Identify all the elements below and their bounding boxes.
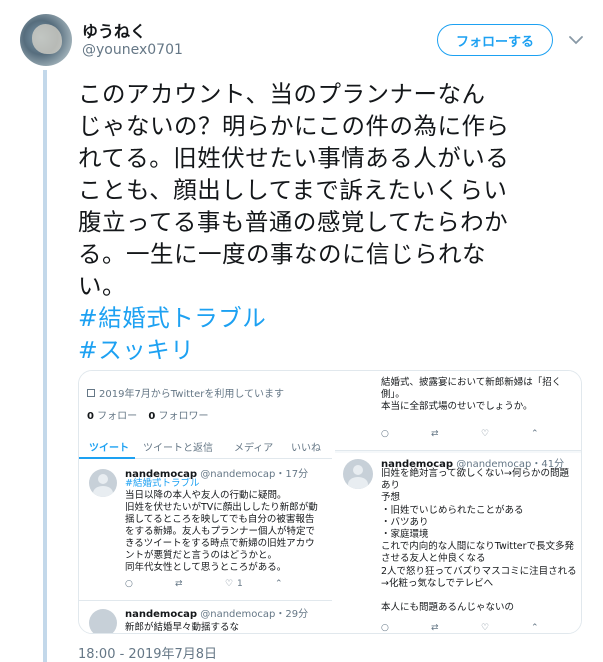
tweet-line: い。 bbox=[78, 272, 126, 300]
embedded-body: 旧姓を絶対言って欲しくない→何らかの問題 あり 予想 ・旧姓でいじめられたことが… bbox=[381, 468, 581, 614]
tweet-timestamp[interactable]: 18:00 - 2019年7月8日 bbox=[78, 643, 217, 662]
thread-line bbox=[43, 70, 47, 662]
avatar-image bbox=[32, 24, 62, 54]
like-icon[interactable]: ♡ bbox=[481, 623, 489, 633]
tab-tweets-replies[interactable]: ツイートと返信 bbox=[143, 439, 213, 454]
embedded-line: →化粧っ気なしでテレビへ bbox=[381, 577, 494, 589]
embedded-tweet[interactable]: nandemocap @nandemocap・17分 #結婚式トラブル 当日以降… bbox=[79, 461, 332, 601]
media-image-left[interactable]: 2019年7月からTwitterを利用しています 0 フォロー 0 フォロワー … bbox=[79, 371, 332, 633]
embedded-hashtag[interactable]: #結婚式トラブル bbox=[125, 478, 330, 490]
like-count: 1 bbox=[237, 579, 243, 589]
follow-counts: 0 フォロー 0 フォロワー bbox=[87, 407, 209, 422]
embedded-line: これで内向的な人間になりTwitterで長文多発 bbox=[381, 541, 575, 553]
share-icon[interactable]: ⌃ bbox=[531, 429, 539, 439]
attached-media[interactable]: 2019年7月からTwitterを利用しています 0 フォロー 0 フォロワー … bbox=[78, 370, 582, 634]
embedded-line: 新郎が結婚早々動揺するな bbox=[125, 622, 240, 633]
embedded-tweet-header: nandemocap @nandemocap・29分 bbox=[125, 605, 308, 620]
follow-button[interactable]: フォローする bbox=[437, 24, 553, 56]
active-tab-indicator bbox=[79, 457, 135, 459]
embedded-body: #結婚式トラブル 当日以降の本人や友人の行動に疑問。 旧姓を伏せたいがTVに顔出… bbox=[125, 478, 330, 574]
media-image-right[interactable]: 結婚式、披露宴において新郎新婦は「招く 側」。 本当に全部式場のせいでしょうか。… bbox=[335, 371, 581, 633]
retweet-icon[interactable]: ⇄ bbox=[431, 429, 439, 439]
tweet-text: このアカウント、当のプランナーなん じゃないの？明らかにこの件の為に作ら れてる… bbox=[78, 78, 583, 302]
default-avatar bbox=[89, 609, 117, 633]
embedded-tweet[interactable]: nandemocap @nandemocap・29分 新郎が結婚早々動揺するな bbox=[79, 603, 332, 633]
like-icon[interactable]: ♡ bbox=[225, 579, 233, 589]
tab-media[interactable]: メディア bbox=[234, 439, 273, 454]
embedded-line: ・バツあり bbox=[381, 516, 429, 528]
following-count: 0 bbox=[87, 411, 94, 422]
embedded-line: ・家庭環境 bbox=[381, 529, 429, 541]
like-icon[interactable]: ♡ bbox=[481, 429, 489, 439]
tweet-line: 腹立ってる事も普通の感覚してたらわか bbox=[78, 208, 509, 236]
calendar-icon bbox=[87, 389, 95, 397]
tab-tweets[interactable]: ツイート bbox=[89, 439, 129, 454]
joined-text: 2019年7月からTwitterを利用しています bbox=[99, 389, 285, 400]
embedded-line: 揺してるところを映してでも自分の被害報告 bbox=[125, 514, 315, 525]
avatar[interactable] bbox=[20, 14, 72, 66]
reply-icon[interactable]: ○ bbox=[381, 623, 389, 633]
share-icon[interactable]: ⌃ bbox=[275, 579, 283, 589]
reply-icon[interactable]: ○ bbox=[125, 579, 133, 589]
chevron-down-icon[interactable] bbox=[567, 31, 585, 49]
embedded-line: させる友人と仲良くなる bbox=[381, 553, 486, 565]
tweet-line: ことも、顔出ししてまで訴えたいくらい bbox=[78, 176, 508, 204]
tweet-line: れてる。旧姓伏せたい事情ある人がいる bbox=[78, 144, 510, 172]
share-icon[interactable]: ⌃ bbox=[531, 623, 539, 633]
following-label[interactable]: フォロー bbox=[97, 411, 137, 422]
followers-label[interactable]: フォロワー bbox=[159, 411, 209, 422]
embedded-line: 旧姓を絶対言って欲しくない→何らかの問題 bbox=[381, 468, 569, 479]
embedded-line: 本人にも問題あるんじゃないの bbox=[381, 602, 515, 614]
reply-icon[interactable]: ○ bbox=[381, 429, 389, 439]
tweet-header: ゆうねく @younex0701 フォローする bbox=[20, 14, 585, 74]
user-name[interactable]: ゆうねく bbox=[82, 18, 146, 42]
embedded-line: 予想 bbox=[381, 492, 401, 504]
embedded-line: ントが悪質だと言うのはどうかと。 bbox=[125, 550, 278, 561]
embedded-line: きるツイートをする時点で新婦の旧姓アカウ bbox=[125, 538, 315, 549]
embedded-line: 結婚式、披露宴において新郎新婦は「招く bbox=[381, 377, 562, 388]
joined-row: 2019年7月からTwitterを利用しています bbox=[87, 385, 284, 400]
retweet-icon[interactable]: ⇄ bbox=[431, 623, 439, 633]
tab-likes[interactable]: いいね bbox=[291, 439, 321, 454]
embedded-tweet[interactable]: 結婚式、披露宴において新郎新婦は「招く 側」。 本当に全部式場のせいでしょうか。… bbox=[335, 371, 581, 451]
hashtag-link[interactable]: #結婚式トラブル bbox=[78, 302, 266, 334]
embedded-tweet[interactable]: nandemocap @nandemocap・41分 旧姓を絶対言って欲しくない… bbox=[335, 453, 581, 633]
retweet-icon[interactable]: ⇄ bbox=[175, 579, 183, 589]
embedded-line: 旧姓を伏せたいがTVに顔出ししたり新郎が動 bbox=[125, 502, 318, 513]
embedded-line: ・旧姓でいじめられたことがある bbox=[381, 504, 524, 516]
embedded-line: 本当に全部式場のせいでしょうか。 bbox=[381, 401, 533, 412]
tweet-line: る。一生に一度の事なのに信じられな bbox=[78, 240, 486, 268]
followers-count: 0 bbox=[148, 411, 156, 422]
tweet-line: じゃないの？明らかにこの件の為に作ら bbox=[78, 112, 510, 140]
embedded-line: 側」。 bbox=[381, 389, 405, 400]
embedded-line: 当日以降の本人や友人の行動に疑問。 bbox=[125, 490, 287, 501]
user-handle[interactable]: @younex0701 bbox=[82, 42, 183, 58]
default-avatar bbox=[89, 469, 117, 497]
embedded-line: をする新婦。友人もプランナー個人が特定で bbox=[125, 526, 316, 537]
embedded-line: 2人で怒り狂ってバズりマスコミに注目される bbox=[381, 565, 577, 577]
embedded-line: 同年代女性として思うところがある。 bbox=[125, 562, 287, 573]
embedded-line: あり bbox=[381, 480, 401, 492]
hashtag-link[interactable]: #スッキリ bbox=[78, 334, 194, 366]
embedded-body: 結婚式、披露宴において新郎新婦は「招く 側」。 本当に全部式場のせいでしょうか。 bbox=[381, 377, 561, 413]
default-avatar bbox=[343, 459, 373, 489]
tweet-line: このアカウント、当のプランナーなん bbox=[78, 80, 486, 108]
profile-tabs: ツイート ツイートと返信 メディア いいね bbox=[79, 431, 332, 459]
